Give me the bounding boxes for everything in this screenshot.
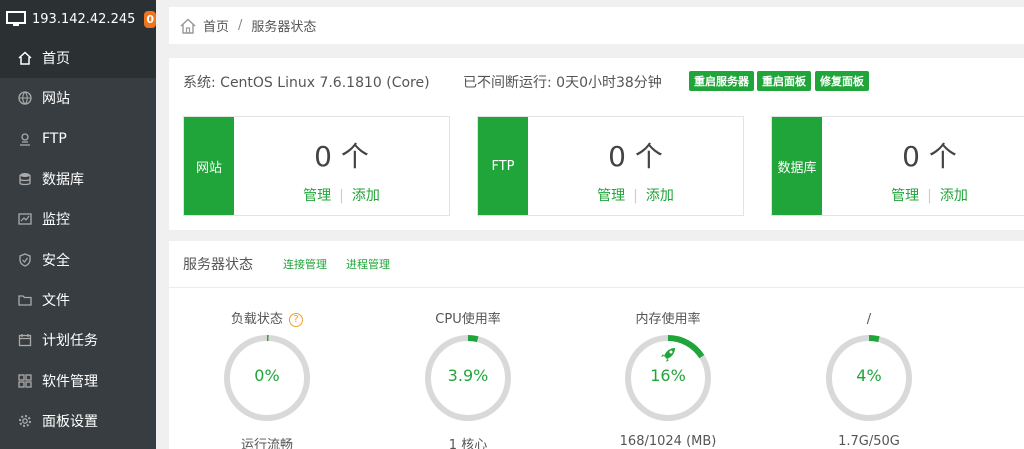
sidebar-item-label: 文件 xyxy=(42,292,70,309)
sidebar-item-label: 数据库 xyxy=(42,172,84,189)
repair-panel-button[interactable]: 修复面板 xyxy=(815,71,869,91)
card-tag: 数据库 xyxy=(772,117,822,215)
gauge-value: 16% xyxy=(650,366,686,385)
divider: | xyxy=(339,188,344,204)
gauge-title: CPU使用率 xyxy=(435,312,501,327)
sidebar-item-label: 监控 xyxy=(42,212,70,229)
rocket-icon[interactable] xyxy=(659,346,677,364)
gauge-value: 4% xyxy=(856,366,882,385)
breadcrumb-current: 服务器状态 xyxy=(251,20,317,35)
site-card: 网站 0 个 管理 | 添加 xyxy=(183,116,450,216)
sidebar-item-label: 网站 xyxy=(42,91,70,108)
main-content: 首页 / 服务器状态 系统: CentOS Linux 7.6.1810 (Co… xyxy=(156,0,1024,449)
server-status-panel: 服务器状态 连接管理 进程管理 负载状态 ? 0% 运行流畅 CPU使用率 3.… xyxy=(169,241,1024,449)
system-panel: 系统: CentOS Linux 7.6.1810 (Core) 已不间断运行:… xyxy=(169,58,1024,230)
sidebar-item-security[interactable]: 安全 xyxy=(0,239,156,279)
uptime-info: 已不间断运行: 0天0小时38分钟 xyxy=(463,75,662,91)
database-icon xyxy=(18,172,32,186)
monitor-icon xyxy=(6,11,26,27)
card-count: 0 个 xyxy=(608,140,663,173)
gauge-value: 0% xyxy=(254,366,280,385)
sidebar-item-label: 计划任务 xyxy=(42,333,98,350)
gauge-ring: 16% xyxy=(622,332,714,424)
sidebar-item-sites[interactable]: 网站 xyxy=(0,78,156,118)
sidebar-item-label: 软件管理 xyxy=(42,373,98,390)
gauge-caption: 1 核心 xyxy=(448,438,488,449)
sidebar-item-database[interactable]: 数据库 xyxy=(0,159,156,199)
card-count: 0 个 xyxy=(902,140,957,173)
help-icon[interactable]: ? xyxy=(289,312,304,327)
connection-manage-link[interactable]: 连接管理 xyxy=(283,256,327,272)
load-gauge[interactable]: 负载状态 ? 0% 运行流畅 xyxy=(207,310,327,449)
status-header: 服务器状态 连接管理 进程管理 xyxy=(169,241,1024,288)
gauge-caption: 168/1024 (MB) xyxy=(619,434,717,449)
server-header: 193.142.42.245 0 xyxy=(0,0,156,38)
sidebar-item-ftp[interactable]: FTP xyxy=(0,119,156,159)
breadcrumb: 首页 / 服务器状态 xyxy=(169,7,1024,44)
sidebar-item-label: 面板设置 xyxy=(42,413,98,430)
sidebar-item-settings[interactable]: 面板设置 xyxy=(0,401,156,441)
os-info: 系统: CentOS Linux 7.6.1810 (Core) xyxy=(183,75,430,91)
home-icon xyxy=(18,51,32,65)
sidebar-item-monitor[interactable]: 监控 xyxy=(0,199,156,239)
gauge-caption: 1.7G/50G xyxy=(838,434,900,449)
monitor-chart-icon xyxy=(18,212,32,226)
folder-icon xyxy=(18,293,32,307)
gauge-ring: 4% xyxy=(823,332,915,424)
home-icon[interactable] xyxy=(179,17,197,35)
disk-gauge[interactable]: / 4% 1.7G/50G xyxy=(809,310,929,449)
add-link[interactable]: 添加 xyxy=(940,188,968,204)
add-link[interactable]: 添加 xyxy=(352,188,380,204)
cpu-gauge[interactable]: CPU使用率 3.9% 1 核心 xyxy=(408,310,528,449)
shield-icon xyxy=(18,252,32,267)
globe-icon xyxy=(18,91,32,106)
divider: | xyxy=(633,188,638,204)
sidebar-item-cron[interactable]: 计划任务 xyxy=(0,320,156,360)
gauge-ring: 3.9% xyxy=(422,332,514,424)
memory-gauge[interactable]: 内存使用率 16% 168/1024 (MB) xyxy=(608,310,728,449)
sidebar-item-label: 安全 xyxy=(42,252,70,269)
calendar-icon xyxy=(18,333,32,347)
sidebar-item-label: FTP xyxy=(42,130,67,147)
ftp-icon xyxy=(18,132,32,146)
gauge-value: 3.9% xyxy=(447,366,489,385)
add-link[interactable]: 添加 xyxy=(646,188,674,204)
ftp-card: FTP 0 个 管理 | 添加 xyxy=(477,116,744,216)
grid-icon xyxy=(18,373,32,388)
gauge-title: / xyxy=(866,312,872,327)
card-count: 0 个 xyxy=(314,140,369,173)
restart-server-button[interactable]: 重启服务器 xyxy=(689,71,754,91)
notification-badge[interactable]: 0 xyxy=(144,10,156,28)
manage-link[interactable]: 管理 xyxy=(891,188,919,204)
process-manage-link[interactable]: 进程管理 xyxy=(346,256,390,272)
gear-icon xyxy=(18,414,32,428)
sidebar-item-files[interactable]: 文件 xyxy=(0,280,156,320)
card-tag: 网站 xyxy=(184,117,234,215)
manage-link[interactable]: 管理 xyxy=(597,188,625,204)
gauge-ring: 0% xyxy=(221,332,313,424)
breadcrumb-separator: / xyxy=(238,18,243,33)
breadcrumb-home[interactable]: 首页 xyxy=(203,16,229,35)
database-card: 数据库 0 个 管理 | 添加 xyxy=(771,116,1024,216)
sidebar-item-home[interactable]: 首页 xyxy=(0,38,156,79)
sidebar-item-software[interactable]: 软件管理 xyxy=(0,360,156,400)
gauge-title: 内存使用率 xyxy=(635,312,701,327)
sidebar: 193.142.42.245 0 首页 网站 FTP 数据库 监控 安全 文件 … xyxy=(0,0,156,449)
sidebar-item-label: 首页 xyxy=(42,51,70,68)
divider: | xyxy=(927,188,932,204)
server-ip: 193.142.42.245 xyxy=(32,11,136,27)
status-title: 服务器状态 xyxy=(183,257,253,273)
gauge-title: 负载状态 ? xyxy=(207,310,327,330)
restart-panel-button[interactable]: 重启面板 xyxy=(757,71,811,91)
manage-link[interactable]: 管理 xyxy=(303,188,331,204)
gauge-caption: 运行流畅 xyxy=(240,438,293,449)
card-tag: FTP xyxy=(478,117,528,215)
